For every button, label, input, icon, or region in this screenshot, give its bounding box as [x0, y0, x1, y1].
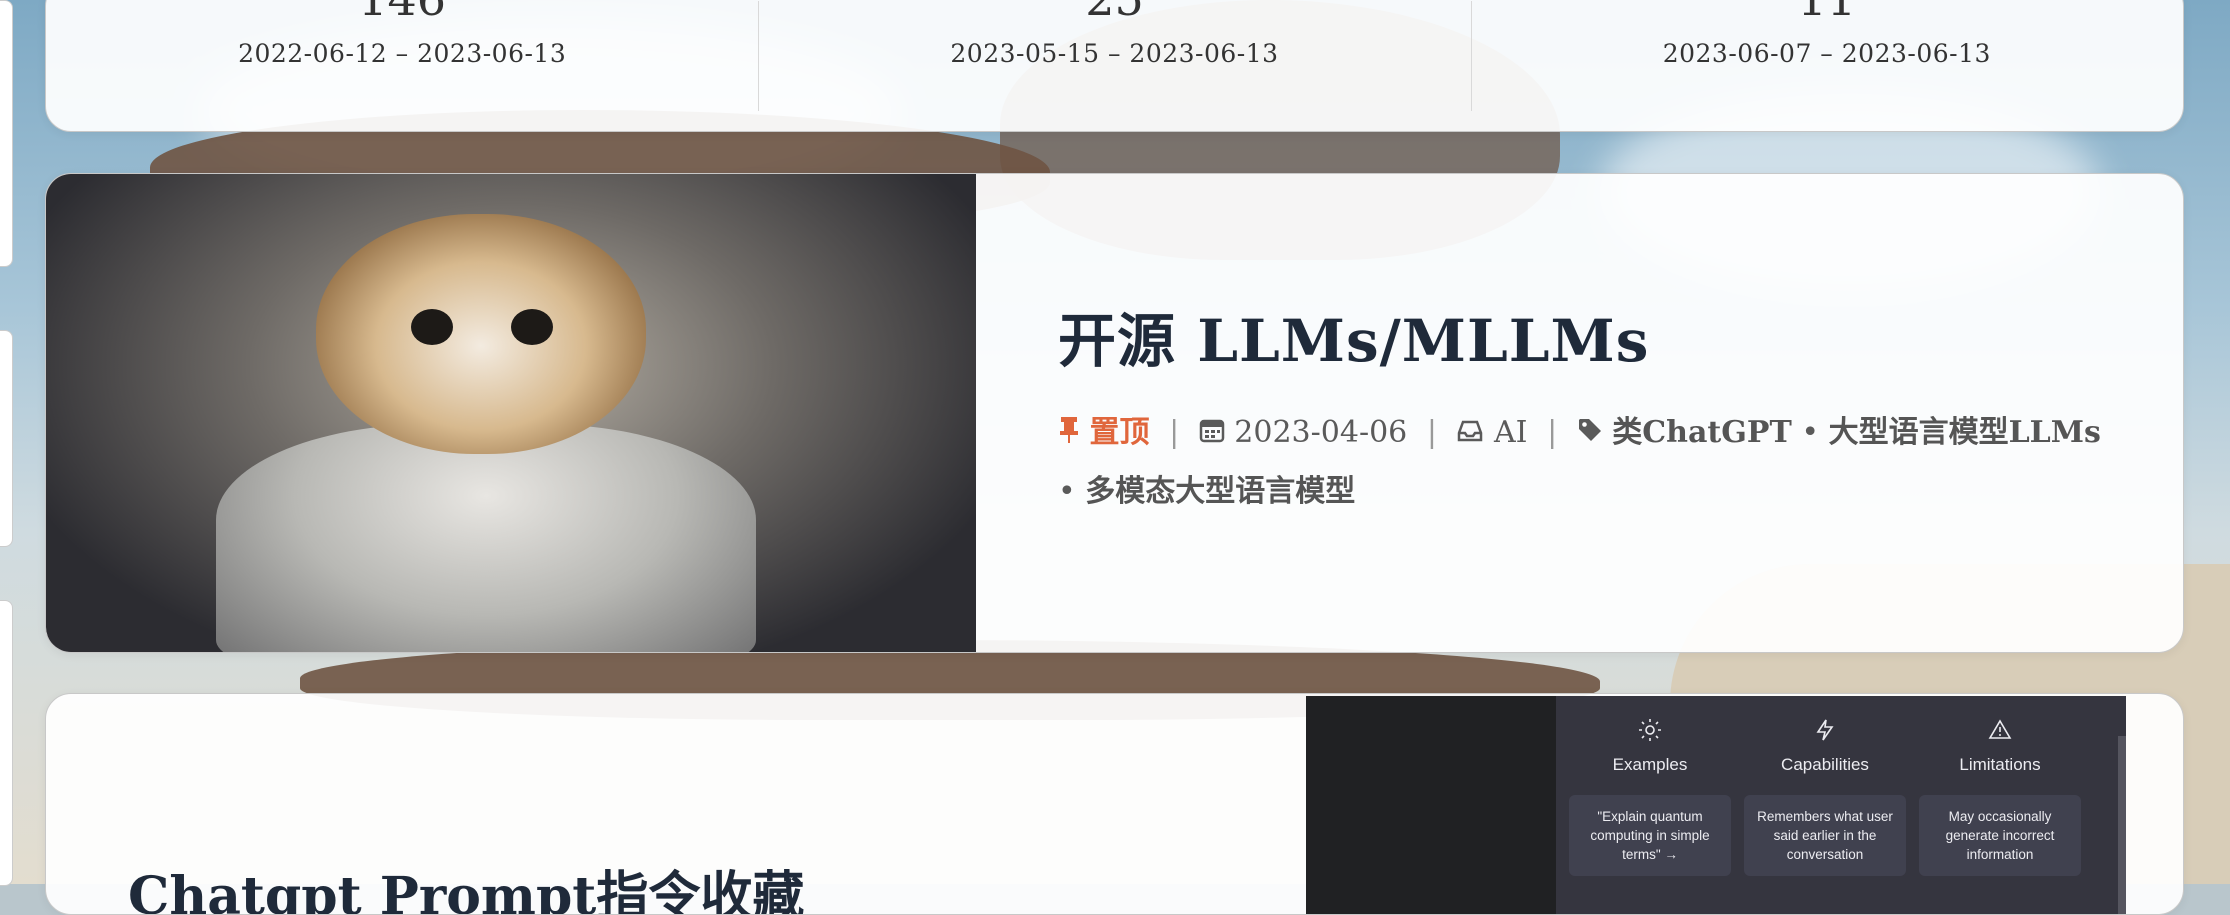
post-meta: 置顶 | 2023-04-06 | AI | 类ChatGPT • 大型语言模型…	[1058, 404, 2123, 521]
post-thumbnail-chatgpt[interactable]: Examples "Explain quantum computing in s…	[1306, 696, 2126, 914]
example-box: "Explain quantum computing in simple ter…	[1569, 795, 1731, 876]
tag-icon	[1577, 405, 1603, 463]
post-thumbnail-kitten[interactable]	[46, 174, 976, 652]
post-tag[interactable]: 多模态大型语言模型	[1085, 474, 1355, 509]
limitation-box: May occasionally generate incorrect info…	[1919, 795, 2081, 876]
stat-range: 2023-06-07 – 2023-06-13	[1662, 39, 1991, 68]
sidebar-edge	[0, 0, 13, 267]
scrollbar[interactable]	[2118, 736, 2126, 914]
stat-range: 2022-06-12 – 2023-06-13	[238, 39, 567, 68]
pin-icon	[1058, 405, 1080, 463]
sidebar-edge	[0, 600, 13, 886]
post-category[interactable]: AI	[1494, 415, 1528, 450]
post-title[interactable]: 开源 LLMs/MLLMs	[1058, 294, 2123, 378]
lightning-icon	[1816, 719, 1834, 741]
stat-range: 2023-05-15 – 2023-06-13	[950, 39, 1279, 68]
capability-box: Remembers what user said earlier in the …	[1744, 795, 1906, 876]
sidebar-edge	[0, 330, 13, 547]
stat-week: 11 2023-06-07 – 2023-06-13	[1470, 0, 2183, 131]
stat-value: 11	[1471, 0, 2183, 23]
tag-separator: •	[1801, 415, 1820, 450]
column-label: Capabilities	[1781, 755, 1869, 774]
warning-icon	[1988, 719, 2012, 739]
stat-month: 25 2023-05-15 – 2023-06-13	[758, 0, 1470, 131]
post-tag[interactable]: 类ChatGPT	[1612, 415, 1792, 450]
sun-icon	[1639, 719, 1661, 741]
calendar-icon	[1199, 405, 1225, 463]
stat-value: 146	[46, 0, 758, 23]
column-label: Limitations	[1959, 755, 2041, 774]
post-card[interactable]: Chatgpt Prompt指令收藏 Examples "Explain qua…	[45, 693, 2184, 915]
inbox-icon	[1456, 405, 1484, 463]
post-date: 2023-04-06	[1234, 415, 1408, 450]
stat-value: 25	[758, 0, 1470, 23]
tag-separator: •	[1058, 474, 1076, 509]
stat-total: 146 2022-06-12 – 2023-06-13	[46, 0, 758, 131]
archive-stats-card: 146 2022-06-12 – 2023-06-13 25 2023-05-1…	[45, 0, 2184, 132]
post-card[interactable]: 开源 LLMs/MLLMs 置顶 | 2023-04-06 | AI | 类Ch…	[45, 173, 2184, 653]
post-tag[interactable]: 大型语言模型LLMs	[1829, 415, 2101, 450]
pinned-label: 置顶	[1089, 415, 1150, 450]
post-title[interactable]: Chatgpt Prompt指令收藏	[128, 854, 804, 914]
column-label: Examples	[1612, 755, 1688, 774]
